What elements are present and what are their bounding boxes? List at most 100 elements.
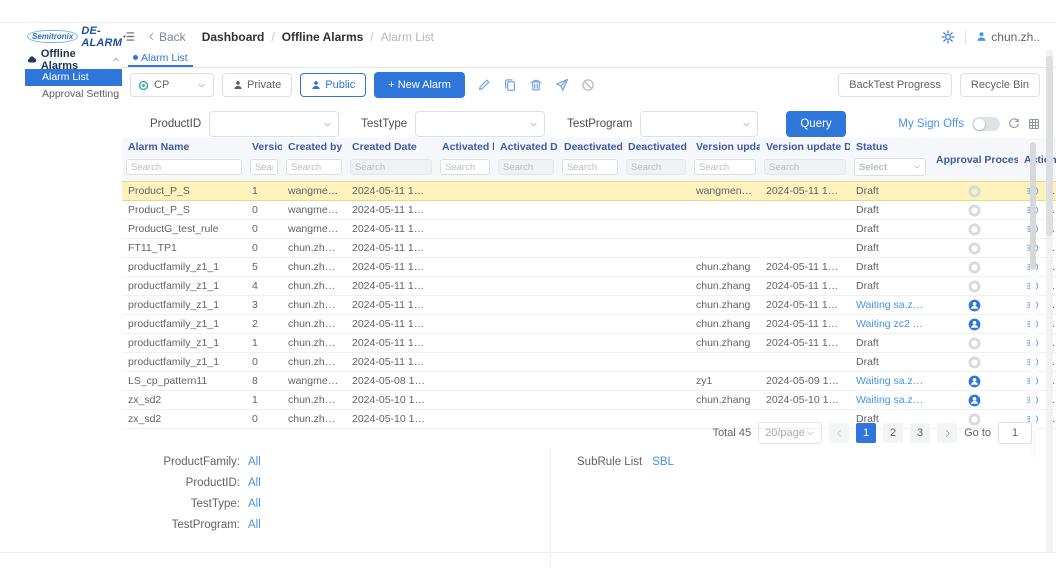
cell-name: productfamily_z1_1 bbox=[122, 258, 246, 277]
breadcrumb-offline-alarms[interactable]: Offline Alarms bbox=[282, 30, 364, 44]
table-row[interactable]: productfamily_z1_12chun.zhang2024-05-11 … bbox=[122, 315, 1056, 334]
test-type-select[interactable]: CP bbox=[130, 73, 214, 97]
column-header-9: Version update Date bbox=[760, 138, 850, 156]
table-row[interactable]: FT11_TP10chun.zhang2024-05-11 15:17:51Dr… bbox=[122, 239, 1056, 258]
copy-icon[interactable] bbox=[503, 78, 517, 92]
cell-deactivated_by bbox=[558, 334, 622, 353]
approval-process-icon[interactable] bbox=[968, 280, 981, 293]
cell-status[interactable]: Waiting sa.zhao Appro... bbox=[850, 391, 930, 410]
cell-status: Draft bbox=[850, 258, 930, 277]
cell-name: productfamily_z1_1 bbox=[122, 334, 246, 353]
delete-icon[interactable] bbox=[529, 78, 543, 92]
collapse-sidebar-icon[interactable] bbox=[122, 30, 135, 43]
approval-process-icon[interactable] bbox=[968, 223, 981, 236]
tab-alarm-list[interactable]: Alarm List bbox=[128, 50, 193, 67]
send-icon[interactable] bbox=[555, 78, 569, 92]
table-scrollbar-thumb[interactable] bbox=[1030, 142, 1036, 270]
approval-process-icon[interactable] bbox=[968, 261, 981, 274]
user-menu[interactable]: chun.zh.. bbox=[976, 30, 1040, 44]
search-cell bbox=[558, 156, 622, 182]
column-settings-icon[interactable] bbox=[1028, 118, 1040, 130]
chevron-down-icon bbox=[197, 81, 206, 90]
query-button[interactable]: Query bbox=[786, 111, 845, 137]
search-input[interactable] bbox=[440, 159, 490, 175]
cell-version_update_by: chun.zhang bbox=[690, 277, 760, 296]
sidebar-group-offline-alarms[interactable]: Offline Alarms bbox=[25, 50, 122, 69]
approval-process-icon[interactable] bbox=[968, 318, 981, 331]
public-button[interactable]: Public bbox=[300, 73, 366, 97]
goto-page-input[interactable] bbox=[998, 422, 1032, 444]
page-scrollbar-thumb[interactable] bbox=[1046, 56, 1053, 236]
cell-version: 1 bbox=[246, 391, 282, 410]
status-filter-select[interactable]: Select bbox=[854, 158, 926, 176]
cell-status[interactable]: Waiting sa.zhao Appro... bbox=[850, 372, 930, 391]
detail-value-link[interactable]: All bbox=[248, 473, 261, 494]
cell-deactivated_date bbox=[622, 391, 690, 410]
approval-process-icon[interactable] bbox=[968, 185, 981, 198]
new-alarm-button[interactable]: + New Alarm bbox=[374, 72, 465, 98]
page-button-2[interactable]: 2 bbox=[883, 423, 903, 443]
tab-dot-icon bbox=[133, 55, 138, 60]
productid-select[interactable] bbox=[209, 111, 339, 137]
approval-process-icon[interactable] bbox=[968, 375, 981, 388]
private-button[interactable]: Private bbox=[222, 73, 292, 97]
table-row[interactable]: Product_P_S0wangmengyan2024-05-11 15:37:… bbox=[122, 201, 1056, 220]
backtest-progress-button[interactable]: BackTest Progress bbox=[838, 73, 952, 97]
approval-process-icon[interactable] bbox=[968, 204, 981, 217]
detail-value-link[interactable]: All bbox=[248, 452, 261, 473]
recycle-bin-button[interactable]: Recycle Bin bbox=[960, 73, 1040, 97]
approval-process-icon[interactable] bbox=[968, 242, 981, 255]
testtype-select[interactable] bbox=[415, 111, 545, 137]
cell-created_by: chun.zhang bbox=[282, 334, 346, 353]
prev-page-button[interactable] bbox=[829, 423, 849, 443]
page-button-3[interactable]: 3 bbox=[910, 423, 930, 443]
search-input[interactable] bbox=[126, 159, 242, 175]
next-page-button[interactable] bbox=[937, 423, 957, 443]
testprogram-select[interactable] bbox=[640, 111, 758, 137]
back-button[interactable]: Back bbox=[147, 30, 186, 44]
approval-process-icon[interactable] bbox=[968, 337, 981, 350]
detail-value-link[interactable]: All bbox=[248, 515, 261, 536]
search-input[interactable] bbox=[562, 159, 618, 175]
table-row[interactable]: productfamily_z1_10chun.zhang2024-05-11 … bbox=[122, 353, 1056, 372]
cell-deactivated_date bbox=[622, 277, 690, 296]
table-row[interactable]: productfamily_z1_15chun.zhang2024-05-11 … bbox=[122, 258, 1056, 277]
table-row[interactable]: ProductG_test_rule0wangmengyan2024-05-11… bbox=[122, 220, 1056, 239]
cell-version_update_date: 2024-05-11 14:01:56 bbox=[760, 258, 850, 277]
cell-version_update_date: 2024-05-10 15:42:41 bbox=[760, 391, 850, 410]
settings-gear-icon[interactable] bbox=[941, 30, 955, 44]
detail-label: TestProgram: bbox=[140, 515, 240, 536]
breadcrumb-dashboard[interactable]: Dashboard bbox=[202, 30, 265, 44]
search-input[interactable] bbox=[286, 159, 342, 175]
cell-status[interactable]: Waiting zc2 Approve bbox=[850, 315, 930, 334]
header-divider bbox=[965, 30, 966, 44]
per-page-select[interactable]: 20/page bbox=[758, 422, 822, 444]
approval-process-icon[interactable] bbox=[968, 394, 981, 407]
table-row[interactable]: productfamily_z1_13chun.zhang2024-05-11 … bbox=[122, 296, 1056, 315]
cell-status: Draft bbox=[850, 201, 930, 220]
approval-process-icon[interactable] bbox=[968, 299, 981, 312]
cell-created_by: chun.zhang bbox=[282, 258, 346, 277]
cell-version_update_date bbox=[760, 220, 850, 239]
cell-status[interactable]: Waiting sa.zhao Appro... bbox=[850, 296, 930, 315]
edit-icon[interactable] bbox=[477, 78, 491, 92]
refresh-icon[interactable] bbox=[1008, 118, 1020, 130]
cell-activated_by bbox=[436, 372, 494, 391]
cell-activated_by bbox=[436, 353, 494, 372]
page-button-1[interactable]: 1 bbox=[856, 423, 876, 443]
table-row[interactable]: productfamily_z1_14chun.zhang2024-05-11 … bbox=[122, 277, 1056, 296]
table-row[interactable]: Product_P_S1wangmengyan2024-05-11 15:37:… bbox=[122, 182, 1056, 201]
search-input[interactable] bbox=[694, 159, 756, 175]
sidebar-item-alarm-list[interactable]: Alarm List bbox=[25, 69, 122, 86]
my-sign-offs-toggle[interactable] bbox=[972, 117, 1000, 131]
table-row[interactable]: productfamily_z1_11chun.zhang2024-05-11 … bbox=[122, 334, 1056, 353]
approval-process-icon[interactable] bbox=[968, 356, 981, 369]
search-input[interactable] bbox=[250, 159, 278, 175]
breadcrumb-separator: / bbox=[271, 30, 274, 44]
table-row[interactable]: LS_cp_pattern118wangmengyan2024-05-08 17… bbox=[122, 372, 1056, 391]
subrule-value-link[interactable]: SBL bbox=[652, 452, 674, 473]
table-row[interactable]: zx_sd21chun.zhang2024-05-10 15:39:36chun… bbox=[122, 391, 1056, 410]
detail-value-link[interactable]: All bbox=[248, 494, 261, 515]
cell-name: zx_sd2 bbox=[122, 391, 246, 410]
sidebar-item-approval-setting[interactable]: Approval Setting bbox=[25, 86, 122, 103]
